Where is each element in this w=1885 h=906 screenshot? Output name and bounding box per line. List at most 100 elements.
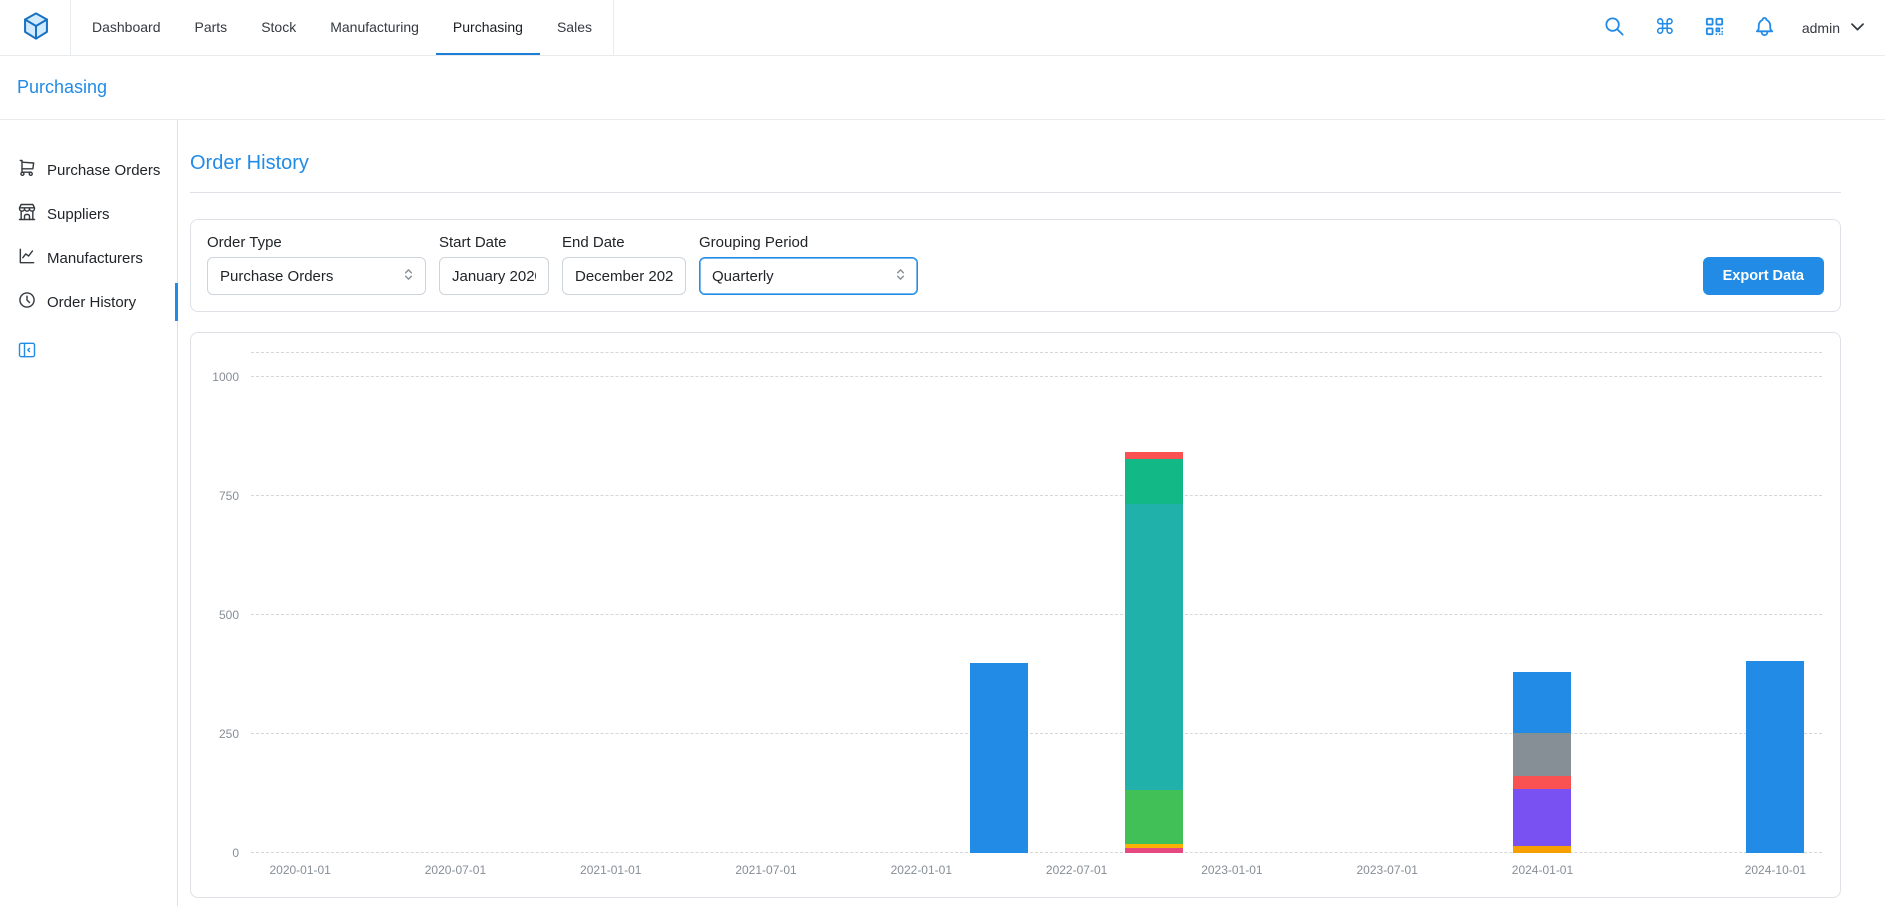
bar-segment xyxy=(1125,452,1183,459)
bar-segment xyxy=(1125,790,1183,844)
search-icon xyxy=(1603,15,1626,41)
y-axis-label: 0 xyxy=(232,846,239,860)
search-button[interactable] xyxy=(1602,15,1628,41)
bar-segment xyxy=(1513,776,1571,788)
y-axis-label: 250 xyxy=(219,727,239,741)
x-axis-label: 2023-01-01 xyxy=(1201,863,1262,877)
sidebar-item-label: Purchase Orders xyxy=(47,162,160,179)
end-date-field: End Date xyxy=(562,234,686,295)
bar-segment xyxy=(1513,789,1571,846)
x-axis-label: 2021-07-01 xyxy=(735,863,796,877)
bell-icon xyxy=(1753,15,1776,41)
chevron-up-down-icon xyxy=(400,266,417,287)
sidebar-item-label: Suppliers xyxy=(47,206,110,223)
page-title: Purchasing xyxy=(17,77,107,98)
sidebar-item-order-history[interactable]: Order History xyxy=(0,280,177,324)
y-axis-label: 500 xyxy=(219,608,239,622)
main-content: Order History Order Type Purchase Orders… xyxy=(178,120,1885,906)
building-store-icon xyxy=(17,202,37,226)
sidebar-collapse-button[interactable] xyxy=(17,340,39,362)
tab-stock[interactable]: Stock xyxy=(244,0,313,55)
user-menu[interactable]: admin xyxy=(1802,17,1867,39)
start-date-input[interactable] xyxy=(439,257,549,295)
section-title: Order History xyxy=(190,152,1841,175)
gridline xyxy=(251,352,1822,353)
grouping-period-field: Grouping Period Quarterly xyxy=(699,234,918,295)
order-type-label: Order Type xyxy=(207,234,426,251)
gridline xyxy=(251,733,1822,734)
sidebar-item-purchase-orders[interactable]: Purchase Orders xyxy=(0,148,177,192)
x-axis-label: 2022-07-01 xyxy=(1046,863,1107,877)
sidebar-item-label: Order History xyxy=(47,294,136,311)
grouping-period-label: Grouping Period xyxy=(699,234,918,251)
sidebar-item-suppliers[interactable]: Suppliers xyxy=(0,192,177,236)
tab-purchasing[interactable]: Purchasing xyxy=(436,0,540,55)
notifications-button[interactable] xyxy=(1752,15,1778,41)
bar-segment xyxy=(970,663,1028,853)
bar-2024-01-01 xyxy=(1513,672,1571,853)
bar-segment xyxy=(1513,846,1571,853)
gridline xyxy=(251,495,1822,496)
y-axis-label: 750 xyxy=(219,489,239,503)
start-date-label: Start Date xyxy=(439,234,549,251)
bar-segment xyxy=(1125,504,1183,790)
grouping-period-value: Quarterly xyxy=(712,268,774,285)
sidebar-collapse-icon xyxy=(17,347,37,363)
command-icon: ⌘ xyxy=(1654,17,1675,38)
bar-segment xyxy=(1513,733,1571,777)
order-type-value: Purchase Orders xyxy=(220,268,333,285)
sidebar-item-manufacturers[interactable]: Manufacturers xyxy=(0,236,177,280)
end-date-label: End Date xyxy=(562,234,686,251)
filter-panel: Order Type Purchase Orders Start Date En… xyxy=(190,219,1841,312)
x-axis-label: 2020-07-01 xyxy=(425,863,486,877)
bar-segment xyxy=(1125,459,1183,504)
bar-2022-10-01 xyxy=(1125,452,1183,853)
x-axis-label: 2024-01-01 xyxy=(1512,863,1573,877)
order-type-field: Order Type Purchase Orders xyxy=(207,234,426,295)
x-axis-label: 2022-01-01 xyxy=(891,863,952,877)
chevron-down-icon xyxy=(1848,17,1867,39)
chart-plot xyxy=(251,353,1822,853)
command-palette-button[interactable]: ⌘ xyxy=(1652,15,1678,41)
gridline xyxy=(251,376,1822,377)
chevron-up-down-icon xyxy=(892,266,909,287)
sidebar-item-label: Manufacturers xyxy=(47,250,143,267)
bar-segment xyxy=(1746,661,1804,853)
divider xyxy=(190,192,1841,193)
order-type-select[interactable]: Purchase Orders xyxy=(207,257,426,295)
x-axis-label: 2024-10-01 xyxy=(1745,863,1806,877)
export-data-button[interactable]: Export Data xyxy=(1703,257,1824,295)
grouping-period-select[interactable]: Quarterly xyxy=(699,257,918,295)
main-nav: Dashboard Parts Stock Manufacturing Purc… xyxy=(70,0,614,55)
tab-dashboard[interactable]: Dashboard xyxy=(75,0,178,55)
gridline xyxy=(251,614,1822,615)
bar-2024-10-01 xyxy=(1746,661,1804,853)
sidebar: Purchase Orders Suppliers Manufacturer xyxy=(0,120,178,906)
x-axis-label: 2020-01-01 xyxy=(269,863,330,877)
chart-icon xyxy=(17,246,37,270)
page-header: Purchasing xyxy=(0,56,1885,120)
start-date-field: Start Date xyxy=(439,234,549,295)
y-axis-label: 1000 xyxy=(212,370,239,384)
bar-2022-04-01 xyxy=(970,663,1028,853)
navbar-actions: ⌘ admin xyxy=(1602,0,1867,55)
chart-x-axis: 2020-01-01 2020-07-01 2021-01-01 2021-07-01… xyxy=(251,853,1822,885)
chart-panel: 0 250 500 750 1000 2020-01-01 2020-07-01 2021-… xyxy=(190,332,1841,898)
tab-manufacturing[interactable]: Manufacturing xyxy=(313,0,436,55)
history-icon xyxy=(17,290,37,314)
qrcode-icon xyxy=(1703,15,1726,41)
chart-y-axis: 02505007501000 xyxy=(203,353,251,853)
x-axis-label: 2023-07-01 xyxy=(1356,863,1417,877)
package-icon xyxy=(20,10,52,45)
tab-sales[interactable]: Sales xyxy=(540,0,609,55)
tab-parts[interactable]: Parts xyxy=(178,0,245,55)
end-date-input[interactable] xyxy=(562,257,686,295)
order-history-chart: 02505007501000 xyxy=(203,353,1822,853)
username: admin xyxy=(1802,20,1840,36)
x-axis-label: 2021-01-01 xyxy=(580,863,641,877)
barcode-scan-button[interactable] xyxy=(1702,15,1728,41)
top-navbar: Dashboard Parts Stock Manufacturing Purc… xyxy=(0,0,1885,56)
app-logo[interactable] xyxy=(18,10,54,46)
shopping-cart-icon xyxy=(17,158,37,182)
bar-segment xyxy=(1513,672,1571,732)
